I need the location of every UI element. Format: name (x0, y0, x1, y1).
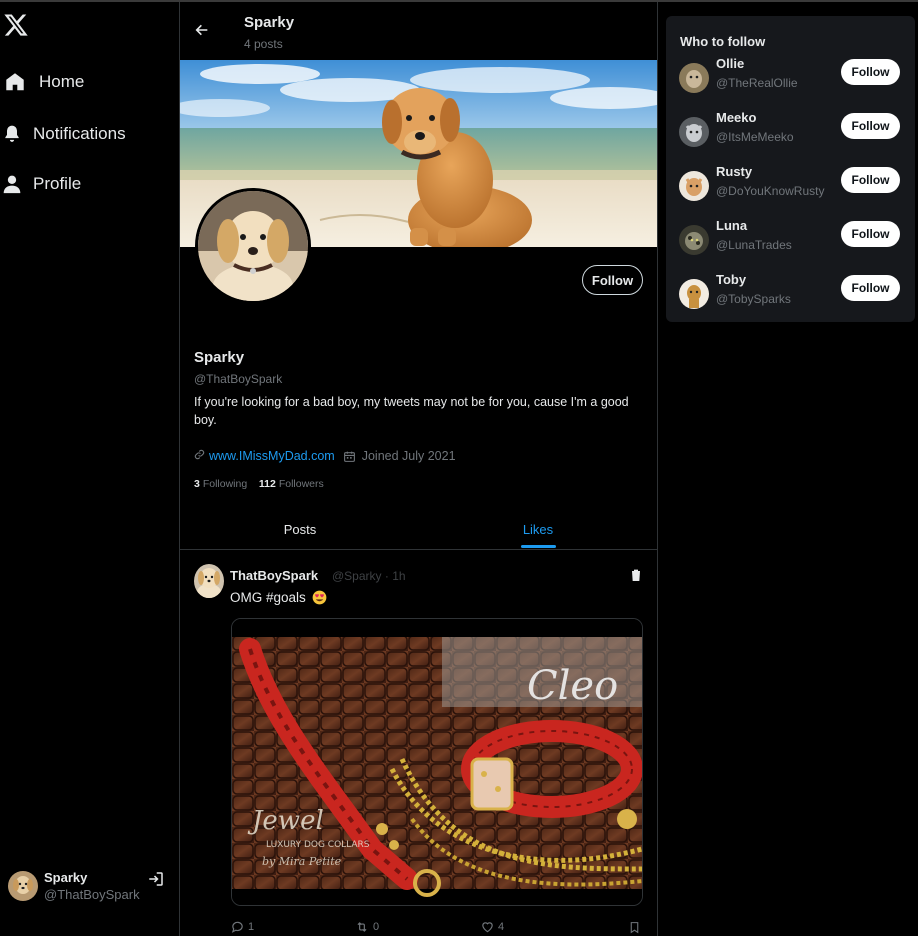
suggestion-meeko[interactable]: Meeko @ItsMeMeeko Follow (666, 110, 915, 150)
suggestion-avatar (679, 117, 709, 147)
follow-luna-button[interactable]: Follow (841, 221, 900, 247)
following-label: Following (202, 478, 248, 490)
bookmark-button[interactable] (628, 920, 644, 935)
post-media-image[interactable]: Cleo Jewel LUXURY DOG COLLARS by Mira Pe… (231, 618, 643, 906)
media-logo-sub: LUXURY DOG COLLARS (266, 840, 370, 850)
tab-posts[interactable]: Posts (240, 508, 360, 550)
logout-icon[interactable] (147, 870, 165, 888)
nav-notifications-label: Notifications (33, 124, 126, 143)
reply-count: 1 (248, 921, 255, 933)
suggestion-toby[interactable]: Toby @TobySparks Follow (666, 272, 915, 312)
bookmark-icon (630, 922, 639, 934)
following-count: 3 (194, 478, 200, 490)
suggestion-handle: @ItsMeMeeko (716, 130, 794, 144)
suggestion-ollie[interactable]: Ollie @TheRealOllie Follow (666, 56, 915, 96)
nav-home-label: Home (39, 72, 85, 91)
profile-meta: www.IMissMyDad.com Joined July 2021 (194, 447, 456, 465)
profile-avatar[interactable] (195, 188, 311, 304)
reply-button[interactable]: 1 (230, 920, 254, 934)
repost-icon (357, 922, 367, 932)
followers-link[interactable]: 112 Followers (259, 478, 324, 490)
suggestion-name: Luna (716, 218, 748, 233)
joined-date: Joined July 2021 (361, 449, 456, 463)
reply-icon (231, 921, 243, 933)
post-body: OMG #goals (230, 590, 306, 605)
post-author-avatar[interactable] (194, 564, 224, 598)
post-author-name[interactable]: ThatBoySpark (230, 568, 318, 583)
suggestion-avatar (679, 225, 709, 255)
account-avatar (8, 871, 38, 901)
media-logo-byline: by Mira Petite (262, 855, 342, 868)
follow-ollie-button[interactable]: Follow (841, 59, 900, 85)
home-icon (3, 70, 27, 94)
post-text: OMG #goals (230, 590, 327, 605)
followers-count: 112 (258, 478, 276, 490)
suggestion-name: Meeko (716, 110, 757, 125)
nav-notifications[interactable]: Notifications (0, 116, 126, 152)
link-icon (194, 449, 205, 463)
profile-handle: @ThatBoySpark (194, 372, 283, 386)
profile-column: Sparky 4 posts Follow Sparky @ThatBoySpa… (180, 2, 658, 936)
tab-likes[interactable]: Likes (478, 508, 598, 550)
media-logo-script: Jewel (247, 806, 324, 836)
suggestion-handle: @DoYouKnowRusty (716, 184, 825, 198)
person-icon (0, 172, 24, 196)
suggestion-handle: @TheRealOllie (716, 76, 798, 90)
trash-icon[interactable] (628, 567, 644, 583)
like-button[interactable]: 4 (480, 920, 504, 934)
follow-button[interactable]: Follow (582, 265, 643, 295)
heart-icon (482, 922, 493, 933)
post-actions: 1 0 4 (230, 920, 650, 936)
followers-label: Followers (278, 478, 324, 490)
suggestion-avatar (679, 63, 709, 93)
account-switcher[interactable]: Sparky @ThatBoySpark (8, 868, 168, 904)
active-tab-indicator (521, 545, 556, 548)
profile-stats: 3 Following 112 Followers (194, 478, 324, 490)
bell-icon (0, 122, 24, 146)
who-to-follow-title: Who to follow (680, 34, 766, 49)
post-count: 4 posts (244, 37, 283, 51)
suggestion-rusty[interactable]: Rusty @DoYouKnowRusty Follow (666, 164, 915, 204)
account-name: Sparky (44, 870, 88, 885)
profile-tabs: Posts Likes (180, 508, 657, 550)
repost-count: 0 (373, 921, 380, 933)
suggestion-name: Ollie (716, 56, 745, 71)
follow-rusty-button[interactable]: Follow (841, 167, 900, 193)
heart-eyes-emoji (312, 590, 327, 605)
arrow-left-icon[interactable] (194, 22, 210, 38)
repost-button[interactable]: 0 (354, 920, 379, 934)
x-logo-icon[interactable] (2, 12, 30, 38)
who-to-follow-panel: Who to follow Ollie @TheRealOllie Follow… (666, 16, 915, 322)
follow-meeko-button[interactable]: Follow (841, 113, 900, 139)
left-sidebar: Home Notifications Profile Sparky @ThatB… (0, 2, 180, 936)
following-link[interactable]: 3 Following (194, 478, 247, 490)
suggestion-handle: @TobySparks (716, 292, 791, 306)
profile-name: Sparky (194, 349, 245, 366)
suggestion-name: Toby (716, 272, 747, 287)
nav-profile-label: Profile (33, 174, 82, 193)
suggestion-luna[interactable]: Luna @LunaTrades Follow (666, 218, 915, 258)
media-brand-script: Cleo (527, 663, 618, 709)
nav-profile[interactable]: Profile (0, 166, 81, 202)
suggestion-avatar (679, 279, 709, 309)
suggestion-name: Rusty (716, 164, 753, 179)
page-title: Sparky (244, 14, 295, 31)
suggestion-handle: @LunaTrades (716, 238, 792, 252)
profile-website-link[interactable]: www.IMissMyDad.com (209, 449, 335, 463)
suggestion-avatar (679, 171, 709, 201)
account-handle: @ThatBoySpark (44, 887, 140, 902)
like-count: 4 (498, 921, 505, 933)
profile-bio: If you're looking for a bad boy, my twee… (194, 395, 629, 427)
calendar-icon (343, 450, 356, 463)
post-meta: @Sparky · 1h (332, 569, 406, 583)
nav-home[interactable]: Home (0, 64, 84, 100)
follow-toby-button[interactable]: Follow (841, 275, 900, 301)
